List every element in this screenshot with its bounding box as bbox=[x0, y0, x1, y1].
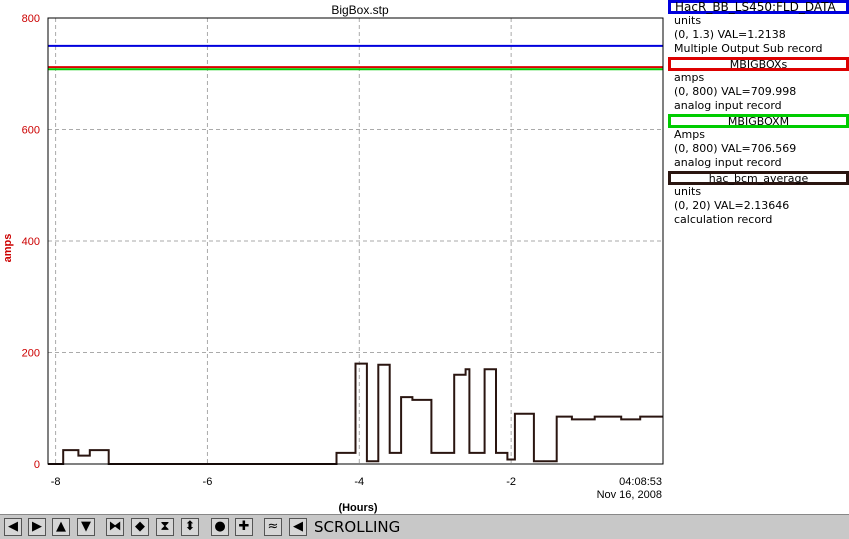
y-tick-label: 800 bbox=[22, 13, 40, 25]
series-line-hac-bcm-average bbox=[48, 362, 663, 465]
legend-entry-type: calculation record bbox=[674, 213, 773, 226]
legend-entry-units: amps bbox=[674, 71, 705, 84]
pan-left-button[interactable]: ◀ bbox=[4, 518, 22, 536]
legend-entry-name[interactable]: HacR_BB_LS450:FLD_DATA bbox=[668, 0, 849, 14]
legend-entry-units: units bbox=[674, 14, 702, 27]
axis-ticks: -8 -6 -4 -2 0 200 400 600 800 bbox=[22, 13, 516, 488]
legend-entry-name[interactable]: hac_bcm_average bbox=[668, 171, 849, 185]
legend-entry-range: (0, 800) VAL=709.998 bbox=[674, 85, 797, 98]
reset-button[interactable]: ● bbox=[211, 518, 229, 536]
y-tick-label: 400 bbox=[22, 236, 40, 248]
y-axis-label: amps bbox=[2, 234, 14, 263]
zoom-out-horizontal-icon: ◆ bbox=[135, 519, 145, 534]
zoom-out-vertical-icon: ⬍ bbox=[184, 519, 196, 534]
legend-entry-type: analog input record bbox=[674, 99, 782, 112]
arrow-down-icon: ▼ bbox=[81, 519, 91, 534]
legend-entry-type: analog input record bbox=[674, 156, 782, 169]
x-tick-label: -8 bbox=[51, 476, 61, 488]
zoom-out-x-button[interactable]: ◆ bbox=[131, 518, 149, 536]
legend-entry-name[interactable]: MBIGBOXM bbox=[668, 114, 849, 128]
legend-entry-range: (0, 20) VAL=2.13646 bbox=[674, 199, 790, 212]
plus-icon: ✚ bbox=[238, 519, 250, 534]
arrow-left-icon: ◀ bbox=[8, 519, 18, 534]
y-tick-label: 200 bbox=[22, 348, 40, 360]
scrolling-status: SCROLLING bbox=[314, 518, 401, 536]
arrow-up-icon: ▲ bbox=[56, 519, 66, 534]
scroll-back-icon: ◀ bbox=[293, 519, 303, 534]
legend: HacR_BB_LS450:FLD_DATA units (0, 1.3) VAL=… bbox=[668, 0, 849, 227]
zoom-in-x-button[interactable]: ⧓ bbox=[106, 518, 124, 536]
legend-entry-units: Amps bbox=[674, 128, 705, 141]
pan-down-button[interactable]: ▼ bbox=[77, 518, 95, 536]
pan-up-button[interactable]: ▲ bbox=[52, 518, 70, 536]
x-tick-label: -2 bbox=[506, 476, 516, 488]
chart-title: BigBox.stp bbox=[331, 3, 389, 17]
series-layer bbox=[48, 44, 663, 465]
toolbar: SCROLLING ◀ ▶ ▲ ▼ ⧓ ◆ ⧗ ⬍ ● ✚ ≈ ◀ bbox=[0, 514, 849, 539]
x-tick-label: -6 bbox=[203, 476, 213, 488]
legend-entry-range: (0, 800) VAL=706.569 bbox=[674, 142, 797, 155]
legend-entry-type: Multiple Output Sub record bbox=[674, 42, 823, 55]
auto-scale-button[interactable]: ≈ bbox=[264, 518, 282, 536]
y-tick-label: 600 bbox=[22, 125, 40, 137]
auto-scale-icon: ≈ bbox=[267, 519, 279, 534]
x-axis-label: (Hours) bbox=[338, 502, 377, 514]
pan-right-button[interactable]: ▶ bbox=[28, 518, 46, 536]
zoom-in-horizontal-icon: ⧓ bbox=[108, 519, 122, 534]
zoom-in-vertical-icon: ⧗ bbox=[160, 519, 170, 534]
legend-entry-range: (0, 1.3) VAL=1.2138 bbox=[674, 28, 786, 41]
timestamp-time: 04:08:53 bbox=[619, 476, 662, 488]
legend-entry-name[interactable]: MBIGBOXs bbox=[668, 57, 849, 71]
x-tick-label: -4 bbox=[354, 476, 364, 488]
legend-entry-units: units bbox=[674, 185, 702, 198]
add-button[interactable]: ✚ bbox=[235, 518, 253, 536]
zoom-out-y-button[interactable]: ⬍ bbox=[181, 518, 199, 536]
y-tick-label: 0 bbox=[34, 459, 40, 471]
circle-icon: ● bbox=[214, 519, 226, 534]
timestamp-date: Nov 16, 2008 bbox=[597, 489, 662, 501]
scroll-button[interactable]: ◀ bbox=[289, 518, 307, 536]
arrow-right-icon: ▶ bbox=[32, 519, 42, 534]
zoom-in-y-button[interactable]: ⧗ bbox=[156, 518, 174, 536]
